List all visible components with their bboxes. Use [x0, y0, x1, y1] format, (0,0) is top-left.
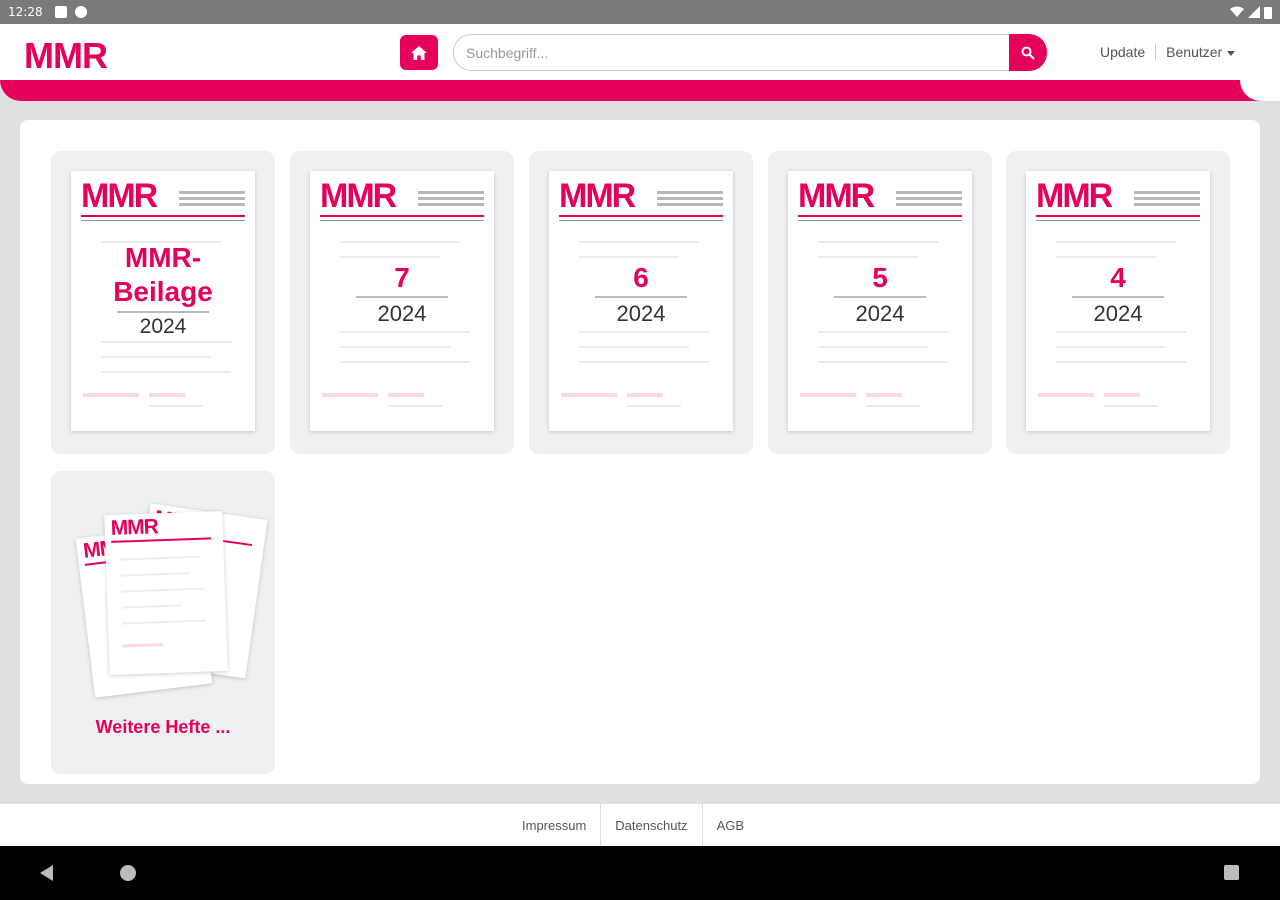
issue-number: 4: [1110, 262, 1126, 293]
issue-year: 2024: [377, 301, 427, 326]
stack-page-front: MMR: [104, 510, 228, 676]
issue-year: 2024: [616, 301, 666, 326]
cover-rule-thin: [559, 220, 723, 221]
search-bar: [453, 34, 1047, 71]
issue-cover: MMR 7 2024: [310, 171, 494, 431]
issue-cover: MMR MMR- Beilage 2024: [71, 171, 255, 431]
issue-card-4[interactable]: MMR 4 2024: [1006, 151, 1230, 454]
notification-icon: [54, 6, 67, 18]
issue-card-5[interactable]: MMR 5 2024: [768, 151, 992, 454]
cover-subtitle: [179, 191, 245, 211]
link-divider: [1155, 44, 1157, 60]
issue-year: 2024: [1093, 301, 1143, 326]
cover-logo: MMR: [798, 177, 875, 215]
issue-number: 7: [394, 262, 410, 293]
issue-divider: [117, 311, 209, 313]
battery-icon: [1264, 6, 1272, 19]
cover-logo: MMR: [81, 177, 158, 215]
issue-divider: [834, 296, 926, 298]
wifi-icon: [1230, 6, 1244, 17]
cover-logo: MMR: [1036, 177, 1113, 215]
cover-rule: [320, 215, 484, 217]
more-issues-card[interactable]: MMR MMR MMR Weitere Hefte ...: [51, 471, 275, 774]
issue-title-line2: Beilage: [113, 276, 213, 307]
terms-link[interactable]: AGB: [703, 818, 758, 833]
status-time: 12:28: [8, 5, 43, 19]
issue-cover: MMR 4 2024: [1026, 171, 1210, 431]
caret-down-icon: [1227, 50, 1236, 56]
cover-rule-thin: [81, 220, 245, 221]
mmr-logo[interactable]: MMR: [24, 35, 108, 77]
cover-rule: [798, 215, 962, 217]
issue-cover: MMR 6 2024: [549, 171, 733, 431]
footer-links: Impressum Datenschutz AGB: [508, 804, 758, 846]
signal-icon: [1248, 6, 1260, 18]
search-button[interactable]: [1009, 34, 1047, 71]
header-accent-band: [0, 80, 1280, 101]
issue-card-7[interactable]: MMR 7 2024: [290, 151, 514, 454]
nav-back-icon[interactable]: [40, 865, 53, 881]
cover-rule-thin: [320, 220, 484, 221]
cover-logo: MMR: [559, 177, 636, 215]
issue-card-6[interactable]: MMR 6 2024: [529, 151, 753, 454]
app-header: MMR Update Benutzer: [0, 24, 1280, 82]
stack-logo: MMR: [110, 515, 159, 540]
update-link[interactable]: Update: [1100, 44, 1145, 60]
search-input[interactable]: [453, 34, 1013, 71]
home-icon: [411, 45, 427, 60]
cover-rule-thin: [1036, 220, 1200, 221]
cover-subtitle: [896, 191, 962, 211]
issue-divider: [356, 296, 448, 298]
system-nav-bar: [0, 846, 1280, 900]
cover-subtitle: [1134, 191, 1200, 211]
cover-subtitle: [418, 191, 484, 211]
header-links: Update Benutzer: [1100, 44, 1236, 60]
user-menu[interactable]: Benutzer: [1166, 44, 1236, 60]
issue-grid: MMR MMR- Beilage 2024 MMR 7 2024 MMR 6 2…: [20, 120, 1260, 784]
issue-number: 5: [872, 262, 888, 293]
issue-title-line1: MMR-: [124, 242, 202, 273]
cover-subtitle: [657, 191, 723, 211]
nav-recents-icon[interactable]: [1224, 865, 1239, 880]
issue-year: 2024: [855, 301, 905, 326]
home-button[interactable]: [400, 35, 438, 70]
privacy-link[interactable]: Datenschutz: [601, 818, 701, 833]
nav-home-icon[interactable]: [120, 865, 136, 881]
cover-rule: [81, 215, 245, 217]
cover-rule: [559, 215, 723, 217]
cover-rule-thin: [798, 220, 962, 221]
search-icon: [1021, 46, 1035, 60]
issue-cover: MMR 5 2024: [788, 171, 972, 431]
issue-divider: [595, 296, 687, 298]
imprint-link[interactable]: Impressum: [508, 818, 600, 833]
app-notification-icon: [74, 6, 87, 18]
cover-logo: MMR: [320, 177, 397, 215]
footer: Impressum Datenschutz AGB: [0, 804, 1280, 846]
issue-year: 2024: [139, 315, 187, 338]
issue-card-beilage[interactable]: MMR MMR- Beilage 2024: [51, 151, 275, 454]
user-menu-label: Benutzer: [1166, 44, 1223, 60]
issue-number: 6: [633, 262, 649, 293]
more-issues-label: Weitere Hefte ...: [95, 717, 231, 737]
cover-rule: [1036, 215, 1200, 217]
issue-divider: [1072, 296, 1164, 298]
status-bar: 12:28: [0, 0, 1280, 24]
